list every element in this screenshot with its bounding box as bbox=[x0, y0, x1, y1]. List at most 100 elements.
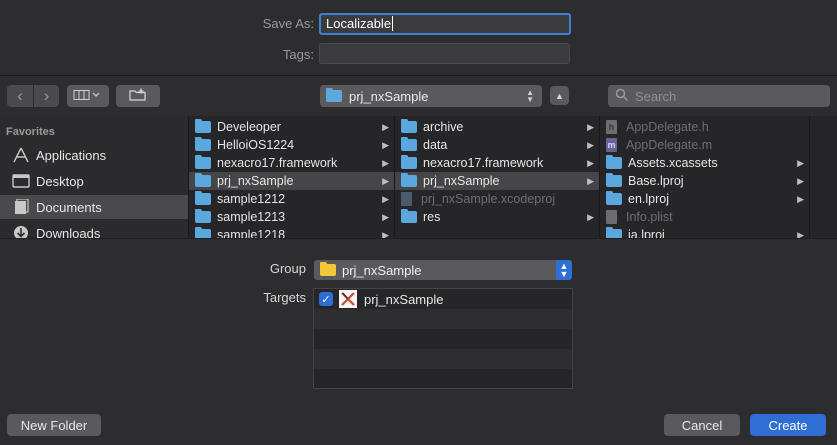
folder-icon bbox=[195, 137, 211, 151]
chevron-left-icon: ‹ bbox=[17, 86, 23, 105]
item-name: Base.lproj bbox=[628, 174, 684, 188]
group-label: Group bbox=[269, 261, 306, 276]
view-mode-button[interactable] bbox=[67, 85, 109, 107]
list-item[interactable]: data ▶ bbox=[395, 136, 599, 154]
list-item[interactable]: nexacro17.framework ▶ bbox=[395, 154, 599, 172]
list-item[interactable]: sample1218 ▶ bbox=[189, 226, 394, 238]
header-file-icon: h bbox=[606, 120, 617, 134]
forward-button[interactable]: › bbox=[34, 85, 59, 107]
item-name: prj_nxSample bbox=[423, 174, 500, 188]
sidebar-item-documents[interactable]: Documents bbox=[0, 195, 188, 219]
browser-column-3: h AppDelegate.h m AppDelegate.m Assets.xca… bbox=[599, 116, 809, 238]
target-row[interactable]: ✓ prj_nxSample bbox=[314, 289, 572, 309]
list-item[interactable]: nexacro17.framework ▶ bbox=[189, 154, 394, 172]
folder-icon bbox=[401, 137, 417, 151]
back-button[interactable]: ‹ bbox=[7, 85, 33, 107]
disclosure-arrow-icon: ▶ bbox=[797, 157, 804, 168]
item-name: ja.lproj bbox=[628, 228, 665, 238]
targets-label: Targets bbox=[263, 290, 306, 305]
list-item[interactable]: sample1213 ▶ bbox=[189, 208, 394, 226]
divider bbox=[0, 238, 837, 239]
updown-chevron-icon: ▲ ▼ bbox=[556, 260, 572, 280]
save-as-field[interactable]: Localizable bbox=[319, 13, 571, 35]
sidebar-item-desktop[interactable]: Desktop bbox=[0, 169, 188, 193]
list-item[interactable]: archive ▶ bbox=[395, 118, 599, 136]
sidebar-item-downloads[interactable]: Downloads bbox=[0, 221, 188, 238]
folder-icon bbox=[195, 119, 211, 133]
item-name: nexacro17.framework bbox=[423, 156, 544, 170]
new-folder-button[interactable]: New Folder bbox=[7, 414, 101, 436]
sidebar-heading: Favorites bbox=[6, 126, 55, 138]
folder-icon bbox=[320, 262, 336, 276]
disclosure-arrow-icon: ▶ bbox=[587, 175, 594, 186]
item-name: AppDelegate.h bbox=[626, 120, 709, 134]
folder-icon bbox=[606, 173, 622, 187]
documents-icon bbox=[12, 199, 30, 214]
item-name: HelloiOS1224 bbox=[217, 138, 295, 152]
table-row bbox=[314, 329, 572, 349]
disclosure-arrow-icon: ▶ bbox=[382, 229, 389, 239]
folder-icon bbox=[606, 155, 622, 169]
search-icon bbox=[615, 88, 629, 105]
folder-icon bbox=[195, 191, 211, 205]
sidebar-item-applications[interactable]: Applications bbox=[0, 143, 188, 167]
list-item: h AppDelegate.h bbox=[600, 118, 809, 136]
targets-list: ✓ prj_nxSample bbox=[313, 288, 573, 389]
list-item[interactable]: Base.lproj ▶ bbox=[600, 172, 809, 190]
group-popup[interactable]: prj_nxSample ▲ ▼ bbox=[314, 260, 572, 280]
list-item[interactable]: Develeoper ▶ bbox=[189, 118, 394, 136]
downloads-icon bbox=[12, 226, 30, 238]
tags-field[interactable] bbox=[319, 43, 570, 64]
location-popup[interactable]: prj_nxSample ▲ ▼ bbox=[320, 85, 542, 107]
list-item[interactable]: HelloiOS1224 ▶ bbox=[189, 136, 394, 154]
disclosure-arrow-icon: ▶ bbox=[382, 139, 389, 150]
item-name: sample1218 bbox=[217, 228, 286, 238]
list-item[interactable]: en.lproj ▶ bbox=[600, 190, 809, 208]
desktop-icon bbox=[12, 174, 30, 188]
expand-collapse-button[interactable]: ▲ bbox=[550, 86, 569, 105]
xcodeproj-file-icon bbox=[401, 192, 412, 206]
list-item[interactable]: res ▶ bbox=[395, 208, 599, 226]
new-folder-icon-button[interactable] bbox=[116, 85, 160, 107]
list-item[interactable]: Assets.xcassets ▶ bbox=[600, 154, 809, 172]
applications-icon bbox=[12, 147, 30, 163]
checkbox-checked-icon[interactable]: ✓ bbox=[319, 292, 333, 306]
list-item[interactable]: prj_nxSample ▶ bbox=[189, 172, 394, 190]
list-item[interactable]: ja.lproj ▶ bbox=[600, 226, 809, 238]
folder-icon bbox=[195, 155, 211, 169]
disclosure-arrow-icon: ▶ bbox=[382, 211, 389, 222]
list-item[interactable]: sample1212 ▶ bbox=[189, 190, 394, 208]
source-file-icon: m bbox=[606, 138, 617, 152]
item-name: sample1212 bbox=[217, 192, 286, 206]
create-button[interactable]: Create bbox=[750, 414, 826, 436]
item-name: prj_nxSample.xcodeproj bbox=[421, 192, 556, 206]
chevron-up-icon: ▲ bbox=[555, 90, 564, 101]
group-value: prj_nxSample bbox=[342, 262, 422, 278]
folder-icon bbox=[326, 88, 342, 102]
folder-icon bbox=[401, 209, 417, 223]
disclosure-arrow-icon: ▶ bbox=[797, 193, 804, 204]
item-name: Assets.xcassets bbox=[628, 156, 718, 170]
folder-icon bbox=[606, 227, 622, 238]
updown-chevron-icon: ▲ ▼ bbox=[526, 88, 534, 104]
folder-icon bbox=[401, 173, 417, 187]
disclosure-arrow-icon: ▶ bbox=[382, 175, 389, 186]
item-name: en.lproj bbox=[628, 192, 669, 206]
item-name: data bbox=[423, 138, 448, 152]
folder-icon bbox=[606, 191, 622, 205]
plist-file-icon bbox=[606, 210, 617, 224]
cancel-button[interactable]: Cancel bbox=[664, 414, 740, 436]
sidebar-item-label: Desktop bbox=[36, 173, 84, 189]
list-item[interactable]: prj_nxSample ▶ bbox=[395, 172, 599, 190]
list-item: prj_nxSample.xcodeproj bbox=[395, 190, 599, 208]
folder-icon bbox=[401, 155, 417, 169]
search-field[interactable]: Search bbox=[608, 85, 830, 107]
disclosure-arrow-icon: ▶ bbox=[797, 175, 804, 186]
divider bbox=[0, 75, 837, 76]
target-name: prj_nxSample bbox=[364, 291, 444, 307]
list-item: m AppDelegate.m bbox=[600, 136, 809, 154]
folder-icon bbox=[195, 209, 211, 223]
sidebar-item-label: Documents bbox=[36, 199, 102, 215]
table-row bbox=[314, 309, 572, 329]
sidebar: Favorites Applications Desktop Documents… bbox=[0, 116, 188, 238]
